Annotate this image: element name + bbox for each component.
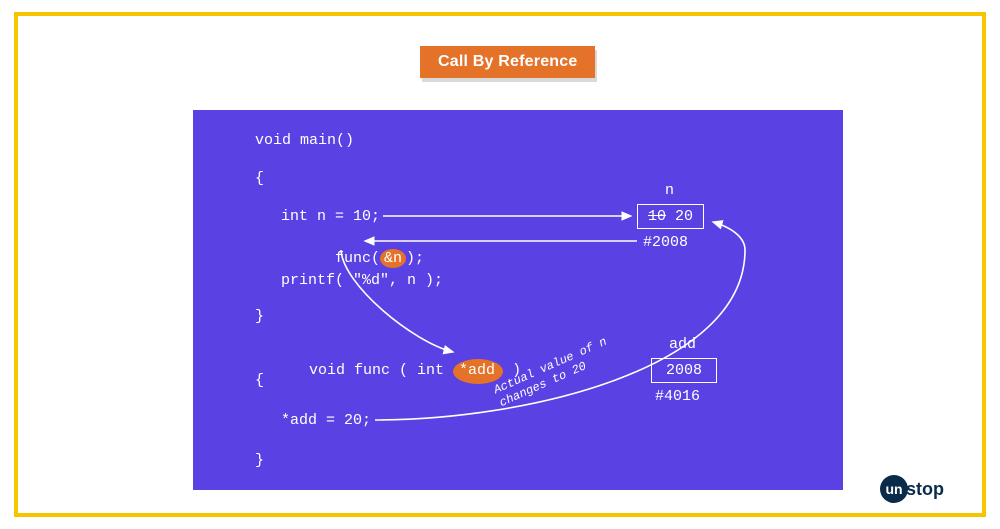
highlight-amp-n: &n (380, 249, 406, 268)
code-line-closebrace: } (255, 308, 264, 325)
var-add-addr: #4016 (655, 388, 700, 405)
var-n-addr: #2008 (643, 234, 688, 251)
code-line-printf: printf( "%d", n ); (281, 272, 443, 289)
code-panel: void main() { int n = 10; func(&n); prin… (193, 110, 843, 490)
code-func-prefix: void func ( int (309, 362, 453, 379)
code-line-assign: *add = 20; (281, 412, 371, 429)
brand-logo: un stop (880, 475, 944, 503)
code-line-funcclose: } (255, 452, 264, 469)
var-n-old: 10 (648, 208, 666, 225)
var-n-label: n (665, 182, 674, 199)
brand-logo-circle: un (880, 475, 908, 503)
diagram-title: Call By Reference (420, 46, 595, 78)
outer-frame: Call By Reference void main() { int n = … (14, 12, 986, 517)
code-line-openbrace: { (255, 170, 264, 187)
code-line-funcopen: { (255, 372, 264, 389)
arrow-layer (193, 110, 843, 490)
code-line-decl: int n = 10; (281, 208, 380, 225)
code-call-prefix: func( (335, 250, 380, 267)
var-add-label: add (669, 336, 696, 353)
highlight-star-add: *add (453, 359, 503, 384)
var-add-box: 2008 (651, 358, 717, 383)
var-n-box: 10 20 (637, 204, 704, 229)
var-n-new: 20 (675, 208, 693, 225)
brand-logo-text: stop (906, 479, 944, 500)
code-line-main: void main() (255, 132, 354, 149)
code-line-funcsig: void func ( int *add ) (255, 342, 521, 401)
code-call-suffix: ); (406, 250, 424, 267)
